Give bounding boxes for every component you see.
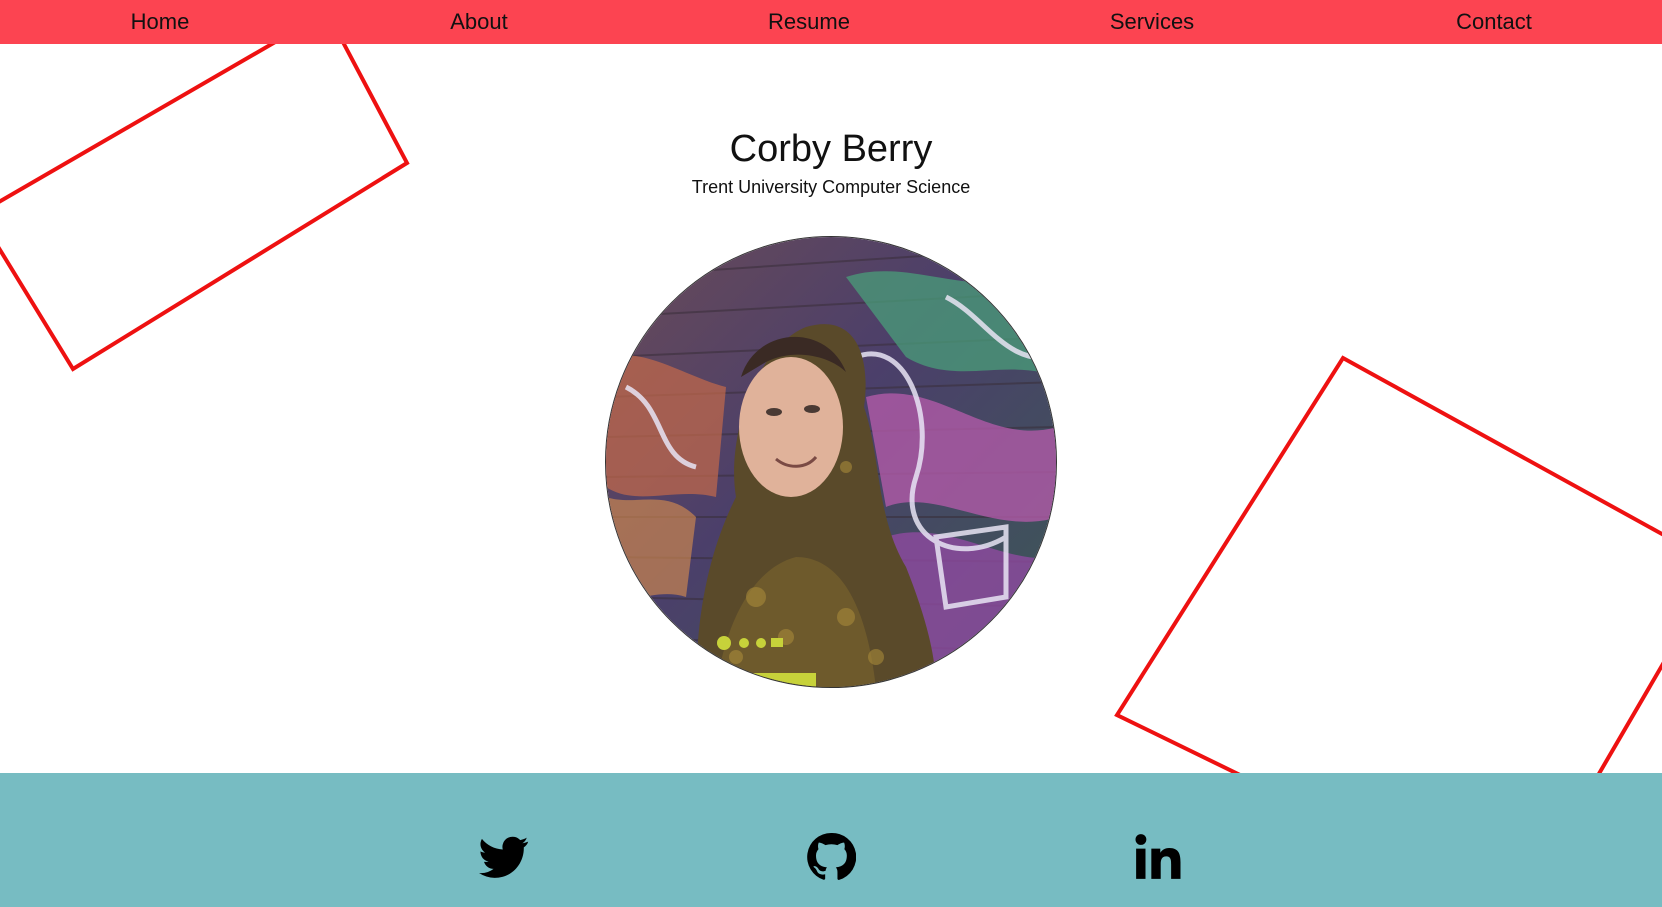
nav-home-link[interactable]: Home bbox=[131, 0, 190, 44]
nav-about-link[interactable]: About bbox=[450, 0, 508, 44]
github-link[interactable] bbox=[806, 832, 856, 882]
nav-services-link[interactable]: Services bbox=[1110, 0, 1194, 44]
twitter-link[interactable] bbox=[479, 832, 529, 882]
linkedin-link[interactable] bbox=[1133, 832, 1183, 882]
nav-resume-link[interactable]: Resume bbox=[768, 0, 850, 44]
twitter-icon bbox=[479, 836, 529, 878]
page-title: Corby Berry bbox=[729, 128, 933, 170]
linkedin-icon bbox=[1135, 834, 1181, 879]
page-subtitle: Trent University Computer Science bbox=[691, 177, 971, 197]
profile-photo bbox=[605, 236, 1057, 688]
top-nav: Home About Resume Services Contact bbox=[0, 0, 1662, 44]
nav-contact-link[interactable]: Contact bbox=[1456, 0, 1532, 44]
profile-photo-illustration bbox=[606, 237, 1056, 687]
github-icon bbox=[807, 833, 856, 880]
page: Home About Resume Services Contact Corby… bbox=[0, 0, 1662, 907]
